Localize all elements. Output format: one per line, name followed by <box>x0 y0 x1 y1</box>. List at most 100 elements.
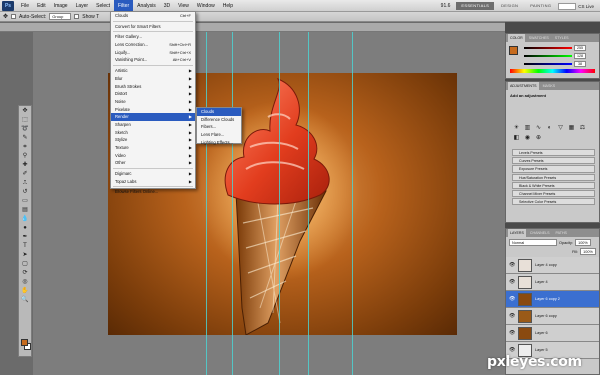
zoom-icon[interactable]: 🔍 <box>20 296 30 304</box>
menu-edit[interactable]: Edit <box>33 0 50 12</box>
adjustment-preset[interactable]: Exposure Presets <box>512 165 595 173</box>
dodge-icon[interactable]: ● <box>20 224 30 232</box>
guide-line[interactable] <box>232 32 233 375</box>
render-submenu-item[interactable]: Lighting Effects... <box>197 139 241 147</box>
filter-menu-item[interactable]: Topaz Labs ▶ <box>111 178 195 186</box>
menu-window[interactable]: Window <box>193 0 219 12</box>
adjustment-preset[interactable]: Hue/Saturation Presets <box>512 173 595 181</box>
guide-line[interactable] <box>206 32 207 375</box>
foreground-color-swatch[interactable] <box>21 339 28 346</box>
curves-icon[interactable]: ∿ <box>534 124 543 132</box>
color-balance-icon[interactable]: ⚖ <box>578 124 587 132</box>
brightness-icon[interactable]: ☀ <box>512 124 521 132</box>
cs-live-button[interactable]: CS Live <box>578 4 594 9</box>
menu-help[interactable]: Help <box>219 0 237 12</box>
exposure-icon[interactable]: ◐ <box>545 124 554 132</box>
stamp-icon[interactable]: ⎍ <box>20 179 30 187</box>
menu-filter[interactable]: Filter <box>114 0 134 12</box>
filter-menu-item[interactable]: Digimarc ▶ <box>111 170 195 178</box>
render-submenu-item[interactable]: Difference Clouds <box>197 116 241 124</box>
menu-analysis[interactable]: Analysis <box>133 0 160 12</box>
auto-select-dropdown[interactable]: Group <box>49 13 72 20</box>
filter-menu-item[interactable]: Distort ▶ <box>111 90 195 98</box>
filter-menu-item[interactable]: Sketch ▶ <box>111 129 195 137</box>
type-icon[interactable]: T <box>20 242 30 250</box>
render-submenu-item[interactable]: Lens Flare... <box>197 131 241 139</box>
hand-icon[interactable]: ✋ <box>20 287 30 295</box>
color-foreground-swatch[interactable] <box>509 46 518 55</box>
tab-paths[interactable]: PATHS <box>554 229 569 237</box>
bw-icon[interactable]: ◧ <box>512 134 521 142</box>
red-value[interactable]: 255 <box>574 45 586 51</box>
layer-row[interactable]: 👁 Layer 6 <box>506 325 599 342</box>
menu-image[interactable]: Image <box>50 0 72 12</box>
color-ramp[interactable] <box>510 69 595 73</box>
filter-menu-item[interactable]: Clouds Ctrl+F <box>111 12 195 20</box>
filter-menu-item[interactable]: Convert for Smart Filters <box>111 23 195 31</box>
blue-value[interactable]: 38 <box>574 61 586 67</box>
visibility-eye-icon[interactable]: 👁 <box>509 279 515 285</box>
filter-menu-item[interactable]: Texture ▶ <box>111 144 195 152</box>
tab-layers[interactable]: LAYERS <box>508 229 526 237</box>
blue-slider[interactable] <box>524 63 572 65</box>
filter-menu-item[interactable]: Filter Gallery... <box>111 33 195 41</box>
filter-menu-item[interactable]: Noise ▶ <box>111 98 195 106</box>
filter-menu-item[interactable]: Sharpen ▶ <box>111 121 195 129</box>
layer-row[interactable]: 👁 Layer 6 copy 2 <box>506 291 599 308</box>
tab-swatches[interactable]: SWATCHES <box>527 34 551 42</box>
adjustment-preset[interactable]: Channel Mixer Presets <box>512 189 595 198</box>
workspace-painting[interactable]: PAINTING <box>525 2 556 10</box>
lasso-icon[interactable]: ➰ <box>20 125 30 133</box>
filter-menu-item[interactable]: Artistic ▶ <box>111 67 195 75</box>
menu-3d[interactable]: 3D <box>160 0 174 12</box>
levels-icon[interactable]: ▥ <box>523 124 532 132</box>
healing-icon[interactable]: ✚ <box>20 161 30 169</box>
render-submenu-item[interactable]: Fibers... <box>197 123 241 131</box>
filter-menu-item[interactable]: Pixelate ▶ <box>111 106 195 114</box>
document-tab-bar[interactable] <box>0 23 505 32</box>
red-slider[interactable] <box>524 47 572 49</box>
eyedropper-icon[interactable]: ⚲ <box>20 152 30 160</box>
opacity-input[interactable]: 100% <box>574 239 591 246</box>
fill-input[interactable]: 100% <box>580 248 596 255</box>
menu-select[interactable]: Select <box>92 0 114 12</box>
filter-menu-item[interactable]: Browse Filters Online... <box>111 188 195 196</box>
guide-line[interactable] <box>352 32 353 375</box>
tab-channels[interactable]: CHANNELS <box>528 229 552 237</box>
quick-select-icon[interactable]: ✎ <box>20 134 30 142</box>
filter-menu-item[interactable]: Stylize ▶ <box>111 136 195 144</box>
history-brush-icon[interactable]: ↺ <box>20 188 30 196</box>
workspace-search-input[interactable] <box>558 2 577 10</box>
tab-styles[interactable]: STYLES <box>553 34 571 42</box>
filter-menu-item[interactable]: Video ▶ <box>111 152 195 160</box>
adjustment-preset[interactable]: Selective Color Presets <box>512 198 595 206</box>
visibility-eye-icon[interactable]: 👁 <box>509 347 515 353</box>
marquee-icon[interactable]: ⬚ <box>20 116 30 124</box>
green-slider[interactable] <box>524 55 572 57</box>
menu-file[interactable]: File <box>17 0 33 12</box>
guide-line[interactable] <box>308 32 309 375</box>
filter-menu-item[interactable]: Blur ▶ <box>111 75 195 83</box>
blur-icon[interactable]: 💧 <box>20 215 30 223</box>
workspace-design[interactable]: DESIGN <box>496 2 523 10</box>
zoom-readout[interactable]: 91.6 <box>437 0 455 12</box>
eraser-icon[interactable]: ▭ <box>20 197 30 205</box>
filter-menu-item[interactable]: Other ▶ <box>111 159 195 167</box>
render-submenu-item[interactable]: Clouds <box>197 108 241 116</box>
brush-icon[interactable]: ✐ <box>20 170 30 178</box>
3d-rotate-icon[interactable]: ⟳ <box>20 269 30 277</box>
show-transform-checkbox[interactable] <box>74 14 80 19</box>
adjustment-preset[interactable]: Curves Presets <box>512 157 595 165</box>
filter-menu-item[interactable]: Lens Correction... Shift+Ctrl+R <box>111 41 195 49</box>
channel-mixer-icon[interactable]: ⊕ <box>534 134 543 142</box>
green-value[interactable]: 128 <box>574 53 586 59</box>
layer-row[interactable]: 👁 Layer 6 copy <box>506 308 599 325</box>
blend-mode-select[interactable]: Normal <box>509 239 557 246</box>
move-icon[interactable]: ✥ <box>20 107 30 115</box>
auto-select-checkbox[interactable] <box>11 14 17 19</box>
menu-layer[interactable]: Layer <box>72 0 93 12</box>
workspace-essentials[interactable]: ESSENTIALS <box>456 2 495 10</box>
filter-menu-item[interactable]: Liquify... Shift+Ctrl+X <box>111 49 195 57</box>
adjustment-preset[interactable]: Black & White Presets <box>512 181 595 189</box>
filter-menu-item[interactable]: Render ▶ <box>111 113 195 121</box>
